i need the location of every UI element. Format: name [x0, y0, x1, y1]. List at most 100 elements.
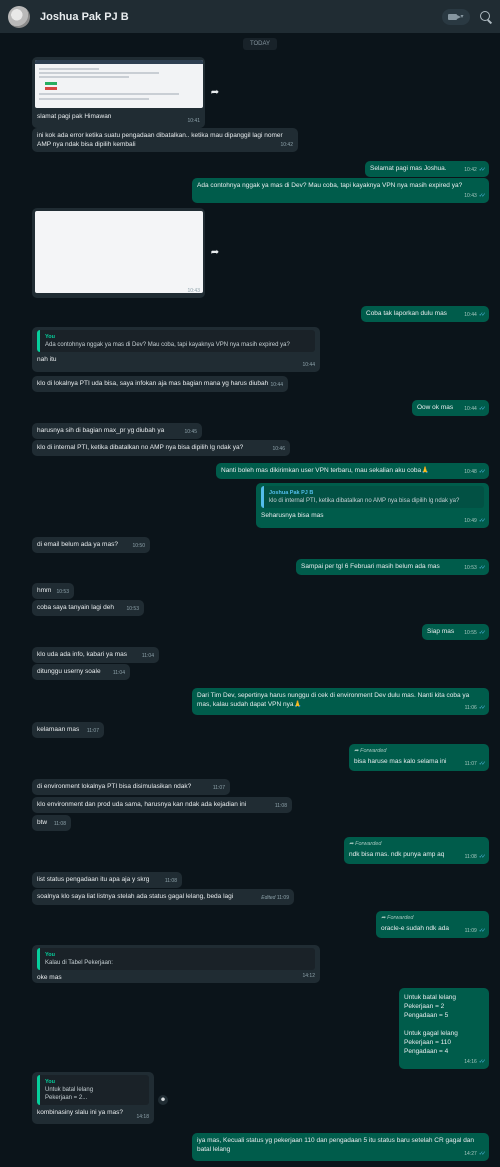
message-bubble[interactable]: You Untuk batal lelang Pekerjaan = 2... …: [32, 1072, 154, 1124]
contact-avatar[interactable]: [8, 5, 30, 28]
message-list[interactable]: TODAY slamat pagi pak Himawan 10:41 ➦ in…: [0, 33, 500, 1167]
header-actions: ▾: [442, 8, 492, 25]
message-bubble[interactable]: klo environment dan prod uda sama, harus…: [32, 797, 292, 813]
search-icon[interactable]: [480, 10, 492, 23]
message-time: 10:43: [464, 193, 477, 199]
message-bubble[interactable]: list status pengadaan itu apa aja y skrg…: [32, 872, 182, 888]
message-bubble[interactable]: ditunggu userny soale 11:04: [32, 664, 130, 680]
message-bubble[interactable]: ➦ Forwarded ndk bisa mas. ndk punya amp …: [344, 837, 489, 864]
message-bubble[interactable]: hmm 10:53: [32, 583, 74, 599]
message-bubble[interactable]: ini kok ada error ketika suatu pengadaan…: [32, 128, 298, 152]
message-bubble[interactable]: Oow ok mas 10:44 ✓✓: [412, 400, 489, 416]
message-text: klo uda ada info, kabari ya mas: [37, 651, 127, 658]
message-bubble[interactable]: You Kalau di Tabel Pekerjaan: oke mas 14…: [32, 945, 320, 983]
message-time: 11:08: [164, 878, 177, 884]
message-bubble[interactable]: 10:43: [32, 208, 205, 298]
message-bubble[interactable]: di environment lokalnya PTI bisa disimul…: [32, 779, 230, 795]
forwarded-label: Forwarded: [355, 841, 382, 847]
contact-name[interactable]: Joshua Pak PJ B: [40, 11, 129, 23]
message-text: ini kok ada error ketika suatu pengadaan…: [37, 132, 283, 148]
emoji-reaction-icon[interactable]: ☻: [158, 1095, 168, 1105]
message-bubble[interactable]: Siap mas 10:55 ✓✓: [422, 624, 489, 640]
message-bubble[interactable]: Nanti boleh mas dikirimkan user VPN terb…: [216, 463, 489, 479]
forward-icon: ➦: [349, 841, 354, 847]
message-bubble[interactable]: klo di lokalnya PTI uda bisa, saya infok…: [32, 376, 288, 392]
message-bubble[interactable]: Untuk batal lelang Pekerjaan = 2 Pengada…: [399, 988, 489, 1069]
message-bubble[interactable]: klo di internal PTI, ketika dibatalkan n…: [32, 440, 290, 456]
image-attachment[interactable]: [35, 211, 203, 293]
quoted-author: Joshua Pak PJ B: [269, 490, 314, 496]
message-time: 10:53: [56, 589, 69, 595]
message-text: klo di internal PTI, ketika dibatalkan n…: [37, 444, 244, 451]
read-receipt-icon: ✓✓: [478, 406, 486, 412]
read-receipt-icon: ✓✓: [478, 167, 486, 173]
message-time: 10:50: [132, 543, 145, 549]
message-text: ndk bisa mas. ndk punya amp aq: [349, 851, 445, 858]
quoted-author: You: [45, 334, 55, 340]
message-time: 14:27: [464, 1151, 477, 1157]
message-bubble[interactable]: btw 11:08: [32, 815, 71, 831]
message-bubble[interactable]: Sampai per tgl 6 Februari masih belum ad…: [296, 559, 489, 575]
message-time: 14:12: [302, 973, 315, 979]
message-bubble[interactable]: Ada contohnya nggak ya mas di Dev? Mau c…: [192, 178, 489, 203]
quoted-message[interactable]: Joshua Pak PJ B klo di internal PTI, ket…: [261, 486, 484, 508]
day-divider: TODAY: [243, 38, 277, 50]
message-time: 11:07: [212, 785, 225, 791]
read-receipt-icon: ✓✓: [478, 1151, 486, 1157]
message-text: soalnya klo saya liat listnya stelah ada…: [37, 893, 234, 900]
message-text: oke mas: [37, 974, 62, 981]
message-bubble[interactable]: kelamaan mas 11:07: [32, 722, 104, 738]
forward-icon: ➦: [381, 915, 386, 921]
message-bubble[interactable]: slamat pagi pak Himawan 10:41: [32, 57, 205, 128]
message-text: coba saya tanyain lagi deh: [37, 604, 114, 611]
image-attachment[interactable]: [35, 60, 203, 108]
quoted-text: Ada contohnya nggak ya mas di Dev? Mau c…: [45, 342, 290, 348]
message-text: btw: [37, 819, 48, 826]
message-time: 11:09: [464, 928, 477, 934]
message-bubble[interactable]: Dari Tim Dev, sepertinya harus nunggu di…: [192, 688, 489, 715]
message-time: 11:06: [464, 705, 477, 711]
read-receipt-icon: ✓✓: [478, 761, 486, 767]
read-receipt-icon: ✓✓: [478, 565, 486, 571]
message-bubble[interactable]: Joshua Pak PJ B klo di internal PTI, ket…: [256, 483, 489, 528]
quoted-message[interactable]: You Untuk batal lelang Pekerjaan = 2...: [37, 1075, 149, 1105]
message-line: [404, 1020, 484, 1029]
message-bubble[interactable]: ➦ Forwarded bisa haruse mas kalo selama …: [349, 744, 489, 771]
message-time: 11:08: [53, 821, 66, 827]
message-bubble[interactable]: iya mas, Kecuali status yg pekerjaan 110…: [192, 1133, 489, 1161]
message-text: nah itu: [37, 356, 57, 363]
message-text: Dari Tim Dev, sepertinya harus nunggu di…: [197, 692, 470, 708]
quoted-text: klo di internal PTI, ketika dibatalkan n…: [269, 498, 460, 504]
message-time: 10:42: [464, 167, 477, 173]
share-icon[interactable]: ➦: [208, 245, 222, 259]
message-line: Untuk gagal lelang: [404, 1030, 458, 1037]
read-receipt-icon: ✓✓: [478, 854, 486, 860]
message-bubble[interactable]: Coba tak laporkan dulu mas 10:44 ✓✓: [361, 306, 489, 322]
read-receipt-icon: ✓✓: [478, 928, 486, 934]
message-line: Pekerjaan = 2: [404, 1003, 445, 1010]
message-bubble[interactable]: ➦ Forwarded oracle-e sudah ndk ada 11:09…: [376, 911, 489, 938]
quoted-message[interactable]: You Ada contohnya nggak ya mas di Dev? M…: [37, 330, 315, 352]
read-receipt-icon: ✓✓: [478, 1059, 486, 1065]
share-icon[interactable]: ➦: [208, 85, 222, 99]
message-bubble[interactable]: harusnya sih di bagian max_pr yg diubah …: [32, 423, 202, 439]
message-text: Oow ok mas: [417, 404, 454, 411]
quoted-message[interactable]: You Kalau di Tabel Pekerjaan:: [37, 948, 315, 970]
message-text: iya mas, Kecuali status yg pekerjaan 110…: [197, 1137, 475, 1153]
message-bubble[interactable]: coba saya tanyain lagi deh 10:53: [32, 600, 144, 616]
message-time: 10:53: [464, 565, 477, 571]
message-line: Pengadaan = 4: [404, 1048, 449, 1055]
message-time: 14:16: [464, 1059, 477, 1065]
message-bubble[interactable]: You Ada contohnya nggak ya mas di Dev? M…: [32, 327, 320, 372]
edited-label: Edited: [261, 895, 276, 901]
quoted-text: Kalau di Tabel Pekerjaan:: [45, 960, 113, 966]
video-call-button[interactable]: ▾: [442, 8, 470, 25]
message-time: 10:53: [126, 606, 139, 612]
message-text: slamat pagi pak Himawan: [37, 113, 112, 120]
message-bubble[interactable]: Selamat pagi mas Joshua. 10:42 ✓✓: [365, 161, 489, 177]
message-text: bisa haruse mas kalo selama ini: [354, 758, 447, 765]
message-bubble[interactable]: klo uda ada info, kabari ya mas 11:04: [32, 647, 159, 663]
message-bubble[interactable]: di email belum ada ya mas? 10:50: [32, 537, 150, 553]
message-bubble[interactable]: soalnya klo saya liat listnya stelah ada…: [32, 889, 294, 905]
message-time: 10:44: [464, 406, 477, 412]
